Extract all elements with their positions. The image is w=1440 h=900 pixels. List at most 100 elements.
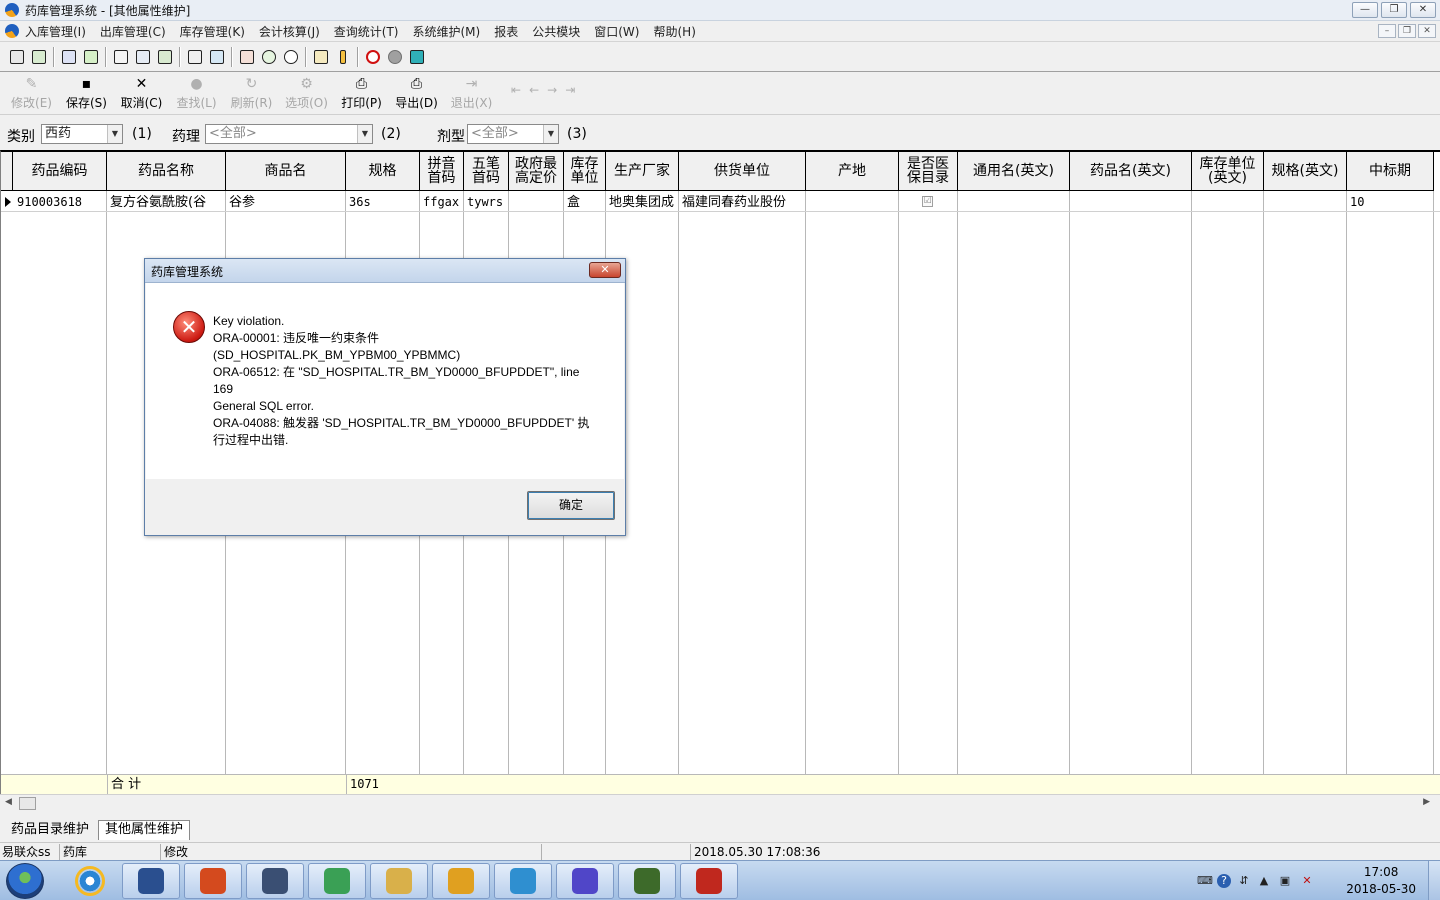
edit-button[interactable]: ✎ 修改(E) <box>4 73 59 113</box>
column-header-gov-price[interactable]: 政府最 高定价 <box>509 152 564 191</box>
cell-supplier[interactable]: 福建同春药业股份 <box>679 193 805 212</box>
taskbar-qq-app[interactable] <box>432 863 490 899</box>
column-header-trade-name[interactable]: 商品名 <box>226 152 346 191</box>
taskbar-network-app[interactable] <box>308 863 366 899</box>
tab-other-attributes[interactable]: 其他属性维护 <box>98 820 191 840</box>
menu-help[interactable]: 帮助(H) <box>653 23 695 40</box>
volume-muted-icon[interactable]: ✕ <box>1300 874 1314 888</box>
column-header-manufacturer[interactable]: 生产厂家 <box>606 152 679 191</box>
menu-window[interactable]: 窗口(W) <box>594 23 639 40</box>
column-header-bid-period[interactable]: 中标期 <box>1347 152 1434 191</box>
cell-pinyin-code[interactable]: ffgax <box>420 193 463 212</box>
chevron-down-icon[interactable]: ▼ <box>357 125 372 143</box>
taskbar-file-explorer-app[interactable] <box>370 863 428 899</box>
horizontal-scrollbar[interactable]: ◀ ▶ <box>0 794 1440 811</box>
card-icon[interactable] <box>133 47 153 67</box>
internet-explorer-icon[interactable] <box>75 866 105 896</box>
search-icon[interactable] <box>281 47 301 67</box>
inbound-doc-icon[interactable] <box>7 47 27 67</box>
menu-inbound[interactable]: 入库管理(I) <box>25 23 86 40</box>
ok-button[interactable]: 确定 <box>527 491 615 520</box>
menu-query-stats[interactable]: 查询统计(T) <box>334 23 399 40</box>
mdi-minimize-button[interactable]: – <box>1378 24 1396 38</box>
chevron-down-icon[interactable]: ▼ <box>107 125 122 143</box>
taskbar-compass-app[interactable] <box>246 863 304 899</box>
find-button[interactable]: ● 查找(L) <box>169 73 224 113</box>
clipboard-icon[interactable] <box>111 47 131 67</box>
column-header-insurance[interactable]: 是否医 保目录 <box>899 152 958 191</box>
menu-outbound[interactable]: 出库管理(C) <box>100 23 166 40</box>
taskbar-media-app[interactable] <box>494 863 552 899</box>
close-window-button[interactable]: ✕ <box>1410 2 1436 18</box>
graph-icon[interactable] <box>259 47 279 67</box>
mdi-restore-button[interactable]: ❐ <box>1398 24 1416 38</box>
minimize-button[interactable]: — <box>1352 2 1378 18</box>
column-header-supplier[interactable]: 供货单位 <box>679 152 806 191</box>
calculator-icon[interactable] <box>237 47 257 67</box>
notebook-icon[interactable] <box>155 47 175 67</box>
keyboard-icon[interactable]: ⌨ <box>1197 874 1213 888</box>
last-record-icon[interactable]: ⇥ <box>565 83 575 97</box>
menu-common-modules[interactable]: 公共模块 <box>532 23 580 40</box>
cancel-button[interactable]: ✕ 取消(C) <box>114 73 169 113</box>
category-select[interactable]: 西药 ▼ <box>41 124 123 144</box>
taskbar-crystal-app[interactable] <box>556 863 614 899</box>
eraser-icon[interactable] <box>385 47 405 67</box>
options-button[interactable]: ⚙ 选项(O) <box>279 73 334 113</box>
chevron-down-icon[interactable]: ▼ <box>543 125 558 143</box>
taskbar-oracle-app[interactable] <box>680 863 738 899</box>
prev-record-icon[interactable]: ← <box>529 83 539 97</box>
pharmacology-select[interactable]: <全部> ▼ <box>205 124 373 144</box>
help-icon[interactable]: ? <box>1217 874 1231 888</box>
scroll-left-icon[interactable]: ◀ <box>5 797 12 807</box>
save-button[interactable]: ▪ 保存(S) <box>59 73 114 113</box>
mdi-close-button[interactable]: ✕ <box>1418 24 1436 38</box>
scroll-thumb[interactable] <box>19 797 36 810</box>
column-header-spec-en[interactable]: 规格(英文) <box>1264 152 1347 191</box>
calendar-icon[interactable] <box>407 47 427 67</box>
restore-button[interactable]: ❐ <box>1381 2 1407 18</box>
cell-spec[interactable]: 36s <box>346 193 420 212</box>
tab-drug-catalog[interactable]: 药品目录维护 <box>4 820 96 840</box>
mdi-app-icon[interactable] <box>5 24 19 38</box>
dosage-form-select[interactable]: <全部> ▼ <box>467 124 559 144</box>
column-header-origin[interactable]: 产地 <box>806 152 899 191</box>
taskbar-sql-client-app[interactable] <box>122 863 180 899</box>
cell-manufacturer[interactable]: 地奥集团成 <box>606 193 678 212</box>
insurance-checkbox[interactable]: ☑ <box>922 196 933 207</box>
column-header-drug-name-en[interactable]: 药品名(英文) <box>1070 152 1192 191</box>
language-icon[interactable]: ⇵ <box>1237 874 1251 888</box>
next-record-icon[interactable]: → <box>547 83 557 97</box>
stop-icon[interactable] <box>363 47 383 67</box>
outbound-doc-icon[interactable] <box>29 47 49 67</box>
exit-button[interactable]: ⇥ 退出(X) <box>444 73 499 113</box>
column-header-pinyin-code[interactable]: 拼音 首码 <box>420 152 464 191</box>
cell-gov-price[interactable] <box>509 193 563 212</box>
print-button[interactable]: ⎙ 打印(P) <box>334 73 389 113</box>
taskbar-remote-desktop-app[interactable] <box>184 863 242 899</box>
column-header-wubi-code[interactable]: 五笔 首码 <box>464 152 509 191</box>
cell-drug-code[interactable]: 910003618 <box>14 193 106 212</box>
refresh-button[interactable]: ↻ 刷新(R) <box>224 73 279 113</box>
cell-stock-unit[interactable]: 盒 <box>564 193 605 212</box>
dialog-close-button[interactable]: ✕ <box>589 262 621 278</box>
taskbar-clock[interactable]: 17:08 2018-05-30 <box>1346 864 1416 898</box>
column-header-spec[interactable]: 规格 <box>346 152 420 191</box>
ledger-icon[interactable] <box>59 47 79 67</box>
menu-inventory[interactable]: 库存管理(K) <box>180 23 245 40</box>
column-header-stock-unit[interactable]: 库存 单位 <box>564 152 606 191</box>
show-desktop-button[interactable] <box>1428 861 1440 900</box>
bank-card-icon[interactable] <box>311 47 331 67</box>
export-button[interactable]: ⎙ 导出(D) <box>389 73 444 113</box>
menu-system-maintenance[interactable]: 系统维护(M) <box>413 23 481 40</box>
taskbar-terminal-app[interactable] <box>618 863 676 899</box>
column-header-generic-name-en[interactable]: 通用名(英文) <box>958 152 1070 191</box>
network-icon[interactable]: ▣ <box>1278 874 1292 888</box>
first-record-icon[interactable]: ⇤ <box>511 83 521 97</box>
show-hidden-icons-icon[interactable]: ▲ <box>1257 874 1271 888</box>
menu-reports[interactable]: 报表 <box>494 23 518 40</box>
thermometer-icon[interactable] <box>333 47 353 67</box>
start-button[interactable] <box>6 863 44 899</box>
stock-doc-icon[interactable] <box>185 47 205 67</box>
cell-bid-period[interactable]: 10 <box>1347 193 1433 212</box>
